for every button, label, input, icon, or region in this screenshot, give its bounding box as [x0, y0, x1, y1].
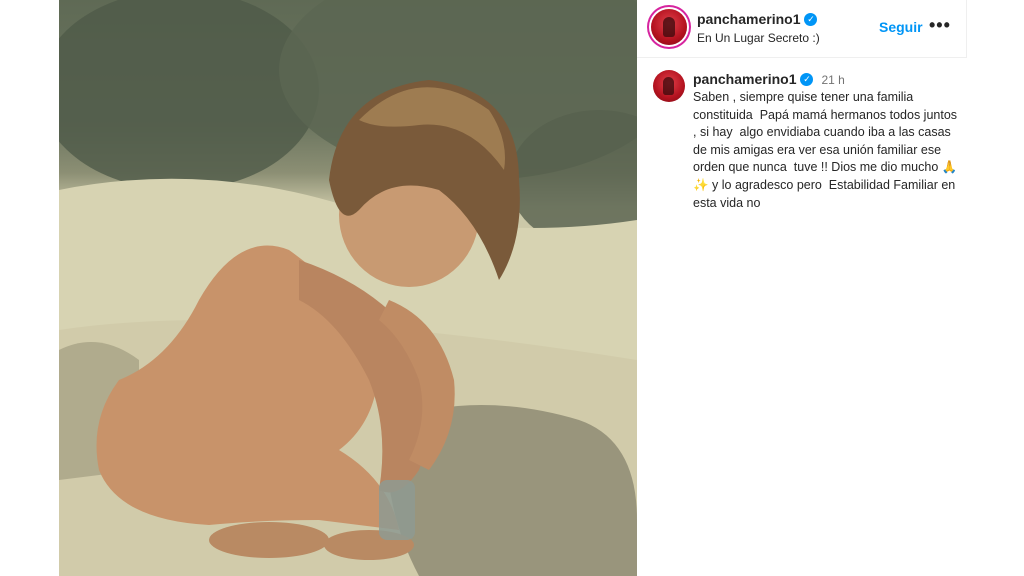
post-photo[interactable] — [59, 0, 637, 576]
post-header: panchamerino1 ✓ En Un Lugar Secreto :) Se… — [637, 0, 967, 58]
caption-text-part2: y lo agradesco pero Estabilidad Familiar… — [693, 177, 963, 210]
folded-hands-emoji-icon: 🙏 — [941, 160, 958, 175]
avatar-figure — [663, 77, 674, 95]
author-name-row: panchamerino1 ✓ — [697, 11, 818, 29]
follow-button[interactable]: Seguir — [879, 19, 923, 35]
child-on-sand-illustration — [59, 0, 637, 576]
post-location-link[interactable]: En Un Lugar Secreto :) — [697, 31, 820, 45]
avatar-figure — [663, 17, 675, 37]
caption-timestamp[interactable]: 21 h — [821, 73, 844, 87]
post-side-panel: panchamerino1 ✓ En Un Lugar Secreto :) Se… — [637, 0, 967, 576]
author-avatar[interactable] — [651, 9, 687, 45]
panel-edge-divider — [966, 0, 967, 58]
caption-author-row: panchamerino1 ✓ 21 h — [693, 71, 845, 89]
verified-badge-icon: ✓ — [804, 13, 818, 27]
caption-username-link[interactable]: panchamerino1 — [693, 71, 796, 87]
author-username-link[interactable]: panchamerino1 — [697, 11, 800, 27]
caption-author-avatar[interactable] — [653, 70, 685, 102]
sparkles-emoji-icon: ✨ — [693, 177, 709, 192]
caption-text-part1: Saben , siempre quise tener una familia … — [693, 90, 961, 175]
more-options-icon[interactable]: ••• — [929, 15, 951, 36]
verified-badge-icon: ✓ — [800, 73, 814, 87]
caption-text: Saben , siempre quise tener una familia … — [693, 89, 963, 212]
